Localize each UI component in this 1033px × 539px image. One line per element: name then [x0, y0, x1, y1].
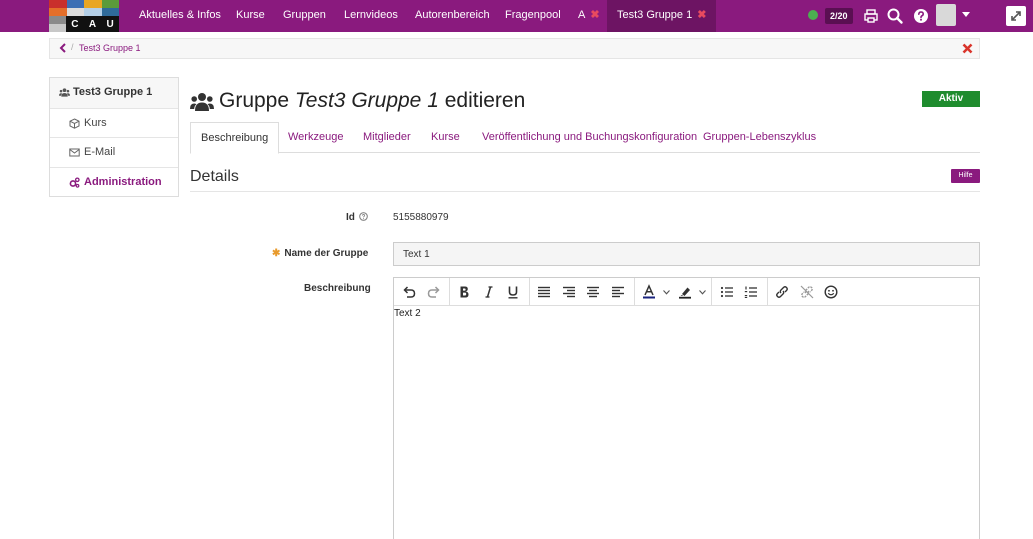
users-icon: [59, 88, 70, 97]
redo-icon[interactable]: [426, 284, 442, 300]
cau-logo[interactable]: C A U: [49, 0, 119, 32]
description-label: Beschreibung: [304, 283, 371, 294]
users-icon: [190, 93, 214, 111]
close-icon[interactable]: ✖: [697, 9, 706, 21]
nav-lernvideos[interactable]: Lernvideos: [344, 0, 398, 32]
sidebar-item-label: Test3 Gruppe 1: [73, 86, 153, 98]
required-icon: ✱: [272, 248, 281, 259]
close-icon[interactable]: ✖: [590, 9, 599, 21]
online-status-dot: [808, 10, 818, 20]
search-icon[interactable]: [886, 7, 904, 25]
align-right-icon[interactable]: [561, 284, 577, 300]
online-counter-badge[interactable]: 2/20: [825, 8, 853, 24]
editor-content[interactable]: Text 2: [394, 308, 421, 319]
highlight-icon[interactable]: [677, 284, 693, 300]
nav-tab-active[interactable]: Test3 Gruppe 1 ✖: [607, 0, 717, 32]
divider: [190, 191, 980, 192]
chevron-left-icon[interactable]: [57, 42, 69, 54]
sidebar-item-email[interactable]: E-Mail: [50, 137, 178, 167]
chevron-down-icon[interactable]: [663, 290, 670, 295]
user-avatar[interactable]: [936, 4, 956, 26]
unlink-icon[interactable]: [799, 284, 815, 300]
logo-letter: C: [71, 18, 79, 30]
page-title-group-name: Test3 Gruppe 1: [294, 89, 439, 112]
breadcrumb: / Test3 Gruppe 1: [49, 38, 980, 59]
sidebar-item-label: Administration: [84, 175, 162, 188]
text-color-icon[interactable]: [641, 284, 657, 300]
breadcrumb-link[interactable]: Test3 Gruppe 1: [79, 43, 141, 53]
sidebar-item-administration[interactable]: Administration: [50, 166, 178, 197]
page-title: Gruppe Test3 Gruppe 1 editieren: [219, 89, 525, 113]
chevron-down-icon[interactable]: [962, 12, 970, 17]
top-navigation-bar: C A U Aktuelles & Infos Kurse Gruppen Le…: [0, 0, 1033, 32]
italic-icon[interactable]: [481, 284, 497, 300]
question-circle-icon[interactable]: [359, 212, 368, 221]
nav-aktuelles[interactable]: Aktuelles & Infos: [139, 0, 221, 32]
nav-kurse[interactable]: Kurse: [236, 0, 265, 32]
logo-letter: U: [106, 18, 114, 30]
tab-veroeffentlichung[interactable]: Veröffentlichung und Buchungskonfigurati…: [482, 122, 697, 153]
logo-letter: A: [88, 18, 97, 30]
help-button[interactable]: Hilfe: [951, 169, 980, 183]
tab-beschreibung[interactable]: Beschreibung: [190, 122, 280, 154]
name-label: ✱ Name der Gruppe: [272, 248, 368, 259]
nav-autorenbereich[interactable]: Autorenbereich: [415, 0, 490, 32]
id-label-text: Id: [346, 212, 355, 223]
sidebar: Test3 Gruppe 1 Kurs E-Mail Administratio…: [49, 77, 179, 197]
tab-werkzeuge[interactable]: Werkzeuge: [288, 122, 343, 153]
name-label-text: Name der Gruppe: [284, 248, 369, 259]
page-title-suffix: editieren: [438, 89, 526, 112]
chevron-down-icon[interactable]: [699, 290, 706, 295]
id-value: 5155880979: [393, 212, 449, 223]
sidebar-item-label: E-Mail: [84, 146, 116, 158]
numbered-list-icon[interactable]: [743, 284, 759, 300]
help-label: Hilfe: [958, 172, 973, 179]
group-name-input[interactable]: [393, 242, 980, 266]
tab-mitglieder[interactable]: Mitglieder: [363, 122, 411, 153]
link-icon[interactable]: [774, 284, 790, 300]
envelope-icon: [69, 148, 80, 157]
expand-icon: [1011, 11, 1021, 21]
undo-icon[interactable]: [401, 284, 417, 300]
nav-tab-a-label: A: [578, 9, 586, 21]
id-label: Id: [346, 212, 368, 223]
help-icon[interactable]: [912, 7, 930, 25]
rich-text-editor[interactable]: Text 2: [393, 277, 980, 539]
nav-tab-a[interactable]: A ✖: [578, 0, 600, 32]
align-justify-icon[interactable]: [536, 284, 552, 300]
page-title-prefix: Gruppe: [219, 89, 295, 112]
nav-tab-active-label: Test3 Gruppe 1: [617, 9, 693, 21]
sidebar-item-label: Kurs: [84, 116, 107, 129]
cogs-icon: [69, 176, 80, 188]
underline-icon[interactable]: [505, 284, 521, 300]
nav-gruppen[interactable]: Gruppen: [283, 0, 326, 32]
tab-bar: Beschreibung Werkzeuge Mitglieder Kurse …: [190, 122, 980, 154]
fullscreen-button[interactable]: [1006, 6, 1026, 26]
section-title: Details: [190, 168, 239, 185]
tab-lebenszyklus[interactable]: Gruppen-Lebenszyklus: [703, 122, 816, 153]
cube-icon: [69, 117, 80, 129]
tab-kurse[interactable]: Kurse: [431, 122, 460, 153]
breadcrumb-separator: /: [71, 42, 74, 52]
align-left-icon[interactable]: [610, 284, 626, 300]
print-icon[interactable]: [862, 7, 880, 25]
close-icon[interactable]: [962, 43, 973, 54]
align-center-icon[interactable]: [585, 284, 601, 300]
nav-fragenpool[interactable]: Fragenpool: [505, 0, 561, 32]
sidebar-item-kurs[interactable]: Kurs: [50, 107, 178, 138]
emoji-icon[interactable]: [823, 284, 839, 300]
editor-toolbar: [394, 278, 979, 306]
bold-icon[interactable]: [456, 284, 472, 300]
status-badge: Aktiv: [922, 91, 980, 107]
bullet-list-icon[interactable]: [719, 284, 735, 300]
sidebar-item-group[interactable]: Test3 Gruppe 1: [50, 78, 178, 108]
